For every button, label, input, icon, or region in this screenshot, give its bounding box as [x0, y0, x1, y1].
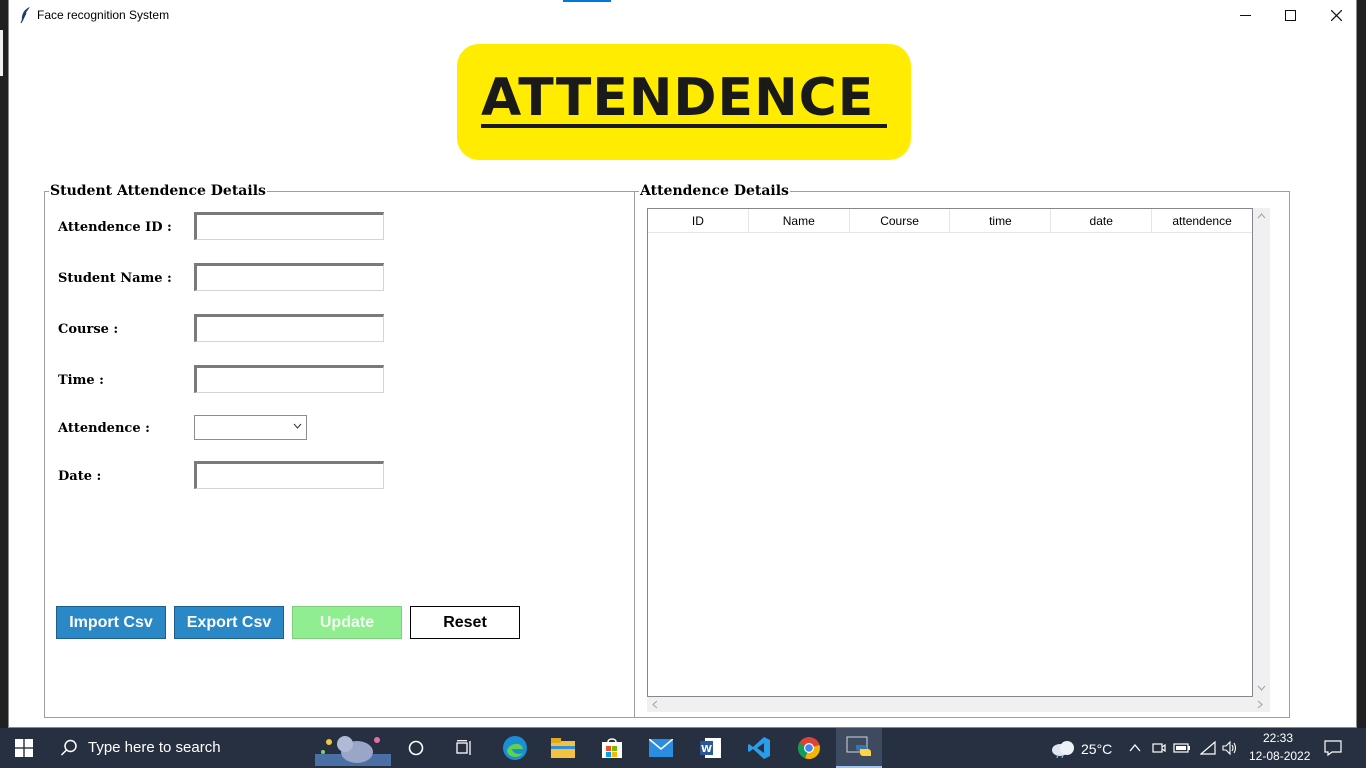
title-accent-line — [563, 0, 611, 2]
attendence-details-frame-title: Attendence Details — [639, 183, 790, 199]
banner-underline — [481, 124, 887, 128]
scroll-up-icon[interactable] — [1257, 213, 1266, 219]
mail-app[interactable] — [640, 728, 682, 768]
task-view-icon — [456, 740, 471, 755]
close-icon — [1330, 10, 1342, 21]
desktop-left-highlight — [0, 30, 3, 76]
cortana-button[interactable] — [396, 728, 436, 768]
window-title: Face recognition System — [37, 8, 170, 22]
maximize-icon — [1284, 10, 1296, 21]
edge-app[interactable] — [494, 728, 536, 768]
svg-text:W: W — [701, 744, 712, 755]
chevron-down-icon — [293, 423, 302, 429]
store-icon — [602, 738, 622, 758]
search-placeholder: Type here to search — [88, 739, 221, 756]
student-name-input[interactable] — [194, 263, 384, 291]
attendence-details-frame: Attendence Details ID Name Course time d… — [634, 183, 1290, 718]
column-header-course[interactable]: Course — [850, 209, 951, 232]
speaker-icon — [1222, 741, 1237, 755]
chrome-app[interactable] — [788, 728, 830, 768]
vscode-app[interactable] — [738, 728, 780, 768]
banner-title: ATTENDENCE — [481, 68, 875, 128]
minimize-icon — [1239, 15, 1251, 16]
attendence-id-label: Attendence ID : — [58, 220, 172, 235]
time-label: Time : — [58, 373, 104, 388]
desktop-right-edge — [1356, 0, 1366, 728]
close-button[interactable] — [1313, 0, 1359, 31]
column-header-id[interactable]: ID — [648, 209, 749, 232]
battery-button[interactable] — [1172, 728, 1192, 768]
attendence-select[interactable] — [194, 415, 307, 440]
column-header-attendence[interactable]: attendence — [1152, 209, 1252, 232]
student-name-label: Student Name : — [58, 271, 172, 286]
clock-date[interactable]: 12-08-2022 — [1249, 749, 1310, 763]
column-header-date[interactable]: date — [1051, 209, 1153, 232]
word-icon: W — [700, 738, 721, 758]
title-bar[interactable]: Face recognition System — [9, 0, 1356, 31]
column-header-name[interactable]: Name — [749, 209, 850, 232]
start-button[interactable] — [0, 728, 48, 768]
camera-icon — [1152, 743, 1166, 753]
course-input[interactable] — [194, 314, 384, 342]
python-app[interactable] — [836, 728, 882, 768]
python-icon — [846, 736, 871, 756]
chrome-icon — [797, 737, 820, 760]
time-input[interactable] — [194, 365, 384, 393]
update-button[interactable]: Update — [292, 606, 402, 639]
date-input[interactable] — [194, 461, 384, 489]
vertical-scrollbar[interactable] — [1253, 208, 1270, 697]
elephant-illustration-icon — [315, 736, 391, 766]
attendence-table[interactable]: ID Name Course time date attendence — [647, 208, 1253, 697]
file-explorer-icon — [551, 738, 575, 758]
student-attendence-frame: Student Attendence Details Attendence ID… — [44, 183, 635, 718]
reset-button[interactable]: Reset — [410, 606, 520, 639]
notification-icon — [1324, 740, 1342, 756]
mail-icon — [649, 739, 673, 757]
minimize-button[interactable] — [1222, 0, 1268, 31]
import-csv-button[interactable]: Import Csv — [56, 606, 166, 639]
attendence-label: Attendence : — [58, 421, 150, 436]
meet-now-button[interactable] — [1150, 728, 1168, 768]
scroll-right-icon[interactable] — [1257, 700, 1263, 709]
word-app[interactable]: W — [690, 728, 732, 768]
edge-icon — [503, 736, 527, 760]
horizontal-scrollbar[interactable] — [647, 697, 1270, 712]
vscode-icon — [748, 737, 770, 759]
taskbar: Type here to search W 25°C 22:33 12-08-2… — [0, 728, 1366, 768]
weather-temperature[interactable]: 25°C — [1081, 741, 1112, 757]
feather-icon — [20, 7, 30, 24]
attendence-banner: ATTENDENCE — [457, 44, 911, 160]
wifi-icon — [1200, 741, 1216, 755]
scroll-down-icon[interactable] — [1257, 685, 1266, 691]
taskbar-search-box[interactable]: Type here to search — [48, 728, 310, 768]
task-view-button[interactable] — [444, 728, 484, 768]
file-explorer-app[interactable] — [542, 728, 584, 768]
show-hidden-icons-button[interactable] — [1126, 728, 1144, 768]
app-window: Face recognition System ATTENDENCE Stude… — [8, 0, 1357, 728]
export-csv-button[interactable]: Export Csv — [174, 606, 284, 639]
course-label: Course : — [58, 322, 119, 337]
clock-time[interactable]: 22:33 — [1263, 731, 1293, 745]
cloud-icon — [1052, 741, 1074, 758]
search-icon — [60, 739, 77, 756]
chevron-up-icon — [1129, 744, 1141, 752]
windows-logo-icon — [15, 739, 33, 757]
store-app[interactable] — [591, 728, 633, 768]
maximize-button[interactable] — [1267, 0, 1313, 31]
battery-icon — [1173, 743, 1190, 753]
attendence-id-input[interactable] — [194, 212, 384, 240]
notification-center-button[interactable] — [1318, 728, 1348, 768]
weather-widget[interactable] — [1048, 728, 1078, 768]
volume-button[interactable] — [1220, 728, 1240, 768]
cortana-icon — [408, 740, 424, 756]
date-label: Date : — [58, 469, 102, 484]
search-highlight-image[interactable] — [314, 728, 392, 768]
network-button[interactable] — [1198, 728, 1218, 768]
column-header-time[interactable]: time — [950, 209, 1052, 232]
student-attendence-frame-title: Student Attendence Details — [49, 183, 267, 199]
scroll-left-icon[interactable] — [652, 700, 658, 709]
table-header: ID Name Course time date attendence — [648, 209, 1252, 233]
desktop-left-edge — [0, 0, 8, 728]
